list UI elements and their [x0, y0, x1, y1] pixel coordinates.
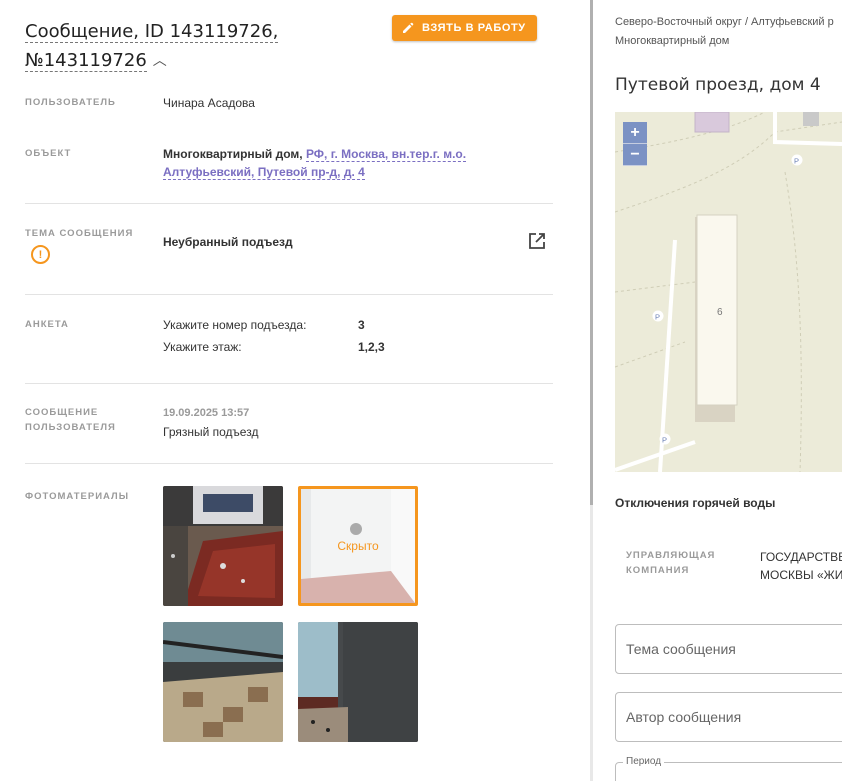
message-detail-panel: Сообщение, ID 143119726, №143119726 ︿ ВЗЯ… [0, 0, 590, 781]
breadcrumb: Северо-Восточный округ / Алтуфьевский р … [615, 13, 842, 51]
hot-water-outages-link[interactable]: Отключения горячей воды [615, 496, 775, 510]
svg-text:P: P [794, 157, 799, 166]
parking-icon: P [652, 310, 664, 322]
user-label: ПОЛЬЗОВАТЕЛЬ [25, 97, 116, 108]
author-filter-field[interactable]: Автор сообщения [615, 692, 842, 742]
survey-question-1: Укажите номер подъезда: [163, 318, 307, 332]
divider [25, 383, 553, 384]
breadcrumb-type: Многоквартирный дом [615, 35, 730, 47]
company-value: ГОСУДАРСТВЕН МОСКВЫ «ЖИЛ [760, 548, 842, 584]
divider [25, 463, 553, 464]
chevron-up-icon[interactable]: ︿ [153, 47, 167, 76]
take-to-work-button[interactable]: ВЗЯТЬ В РАБОТУ [392, 15, 537, 41]
photo-thumbnail[interactable] [163, 486, 283, 606]
object-value: Многоквартирный дом, РФ, г. Москва, вн.т… [163, 145, 493, 181]
topic-filter-placeholder: Тема сообщения [626, 641, 736, 657]
divider [25, 294, 553, 295]
message-text: Грязный подъезд [163, 425, 259, 439]
parking-icon: P [659, 433, 671, 445]
message-label-line1: СООБЩЕНИЕ [25, 407, 99, 418]
map-zoom-controls: + − [623, 122, 647, 166]
message-date: 19.09.2025 13:57 [163, 407, 250, 419]
photo-thumbnail[interactable] [298, 622, 418, 742]
survey-answer-1: 3 [358, 318, 365, 332]
photos-label: ФОТОМАТЕРИАЛЫ [25, 491, 130, 502]
breadcrumb-path[interactable]: Северо-Восточный округ / Алтуфьевский р [615, 16, 834, 28]
company-value-line1: ГОСУДАРСТВЕН [760, 550, 842, 564]
company-value-line2: МОСКВЫ «ЖИЛ [760, 568, 842, 582]
pencil-icon [403, 22, 414, 33]
photo-thumbnail[interactable] [163, 622, 283, 742]
map[interactable]: 6 P P P + − [615, 112, 842, 472]
author-filter-placeholder: Автор сообщения [626, 709, 742, 725]
company-label: УПРАВЛЯЮЩАЯ КОМПАНИЯ [626, 548, 715, 578]
topic-filter-field[interactable]: Тема сообщения [615, 624, 842, 674]
message-label-line2: ПОЛЬЗОВАТЕЛЯ [25, 422, 116, 433]
object-type: Многоквартирный дом, [163, 147, 303, 161]
page-title-text: Сообщение, ID 143119726, №143119726 [25, 21, 279, 72]
object-address-link[interactable]: РФ, г. Москва, вн.тер.г. м.о. [305, 147, 467, 162]
period-label: Период [623, 756, 665, 767]
map-building-number: 6 [717, 307, 723, 318]
parking-icon: P [791, 154, 803, 166]
object-address-link-line2[interactable]: Алтуфьевский, Путевой пр-д, д. 4 [163, 165, 365, 180]
company-label-line2: КОМПАНИЯ [626, 565, 690, 576]
user-value: Чинара Асадова [163, 96, 255, 110]
photo-thumbnail-hidden[interactable]: Скрыто [298, 486, 418, 606]
object-label: ОБЪЕКТ [25, 148, 72, 159]
divider [25, 203, 553, 204]
object-address-title: Путевой проезд, дом 4 [615, 75, 821, 95]
zoom-in-button[interactable]: + [623, 122, 647, 144]
take-to-work-label: ВЗЯТЬ В РАБОТУ [422, 22, 526, 34]
page: Сообщение, ID 143119726, №143119726 ︿ ВЗЯ… [0, 0, 842, 781]
page-title: Сообщение, ID 143119726, №143119726 ︿ [25, 17, 325, 76]
warning-icon: ! [31, 245, 50, 264]
svg-text:P: P [655, 313, 660, 322]
object-info-panel: Северо-Восточный округ / Алтуфьевский р … [593, 0, 842, 781]
topic-value: Неубранный подъезд [163, 235, 293, 249]
open-external-icon[interactable] [528, 232, 546, 250]
topic-label: ТЕМА СООБЩЕНИЯ [25, 228, 134, 239]
hidden-label: Скрыто [301, 489, 415, 603]
company-label-line1: УПРАВЛЯЮЩАЯ [626, 550, 716, 561]
survey-label: АНКЕТА [25, 319, 69, 330]
svg-text:P: P [662, 436, 667, 445]
survey-question-2: Укажите этаж: [163, 340, 242, 354]
survey-answer-2: 1,2,3 [358, 340, 385, 354]
zoom-out-button[interactable]: − [623, 144, 647, 166]
message-label: СООБЩЕНИЕ ПОЛЬЗОВАТЕЛЯ [25, 405, 116, 435]
